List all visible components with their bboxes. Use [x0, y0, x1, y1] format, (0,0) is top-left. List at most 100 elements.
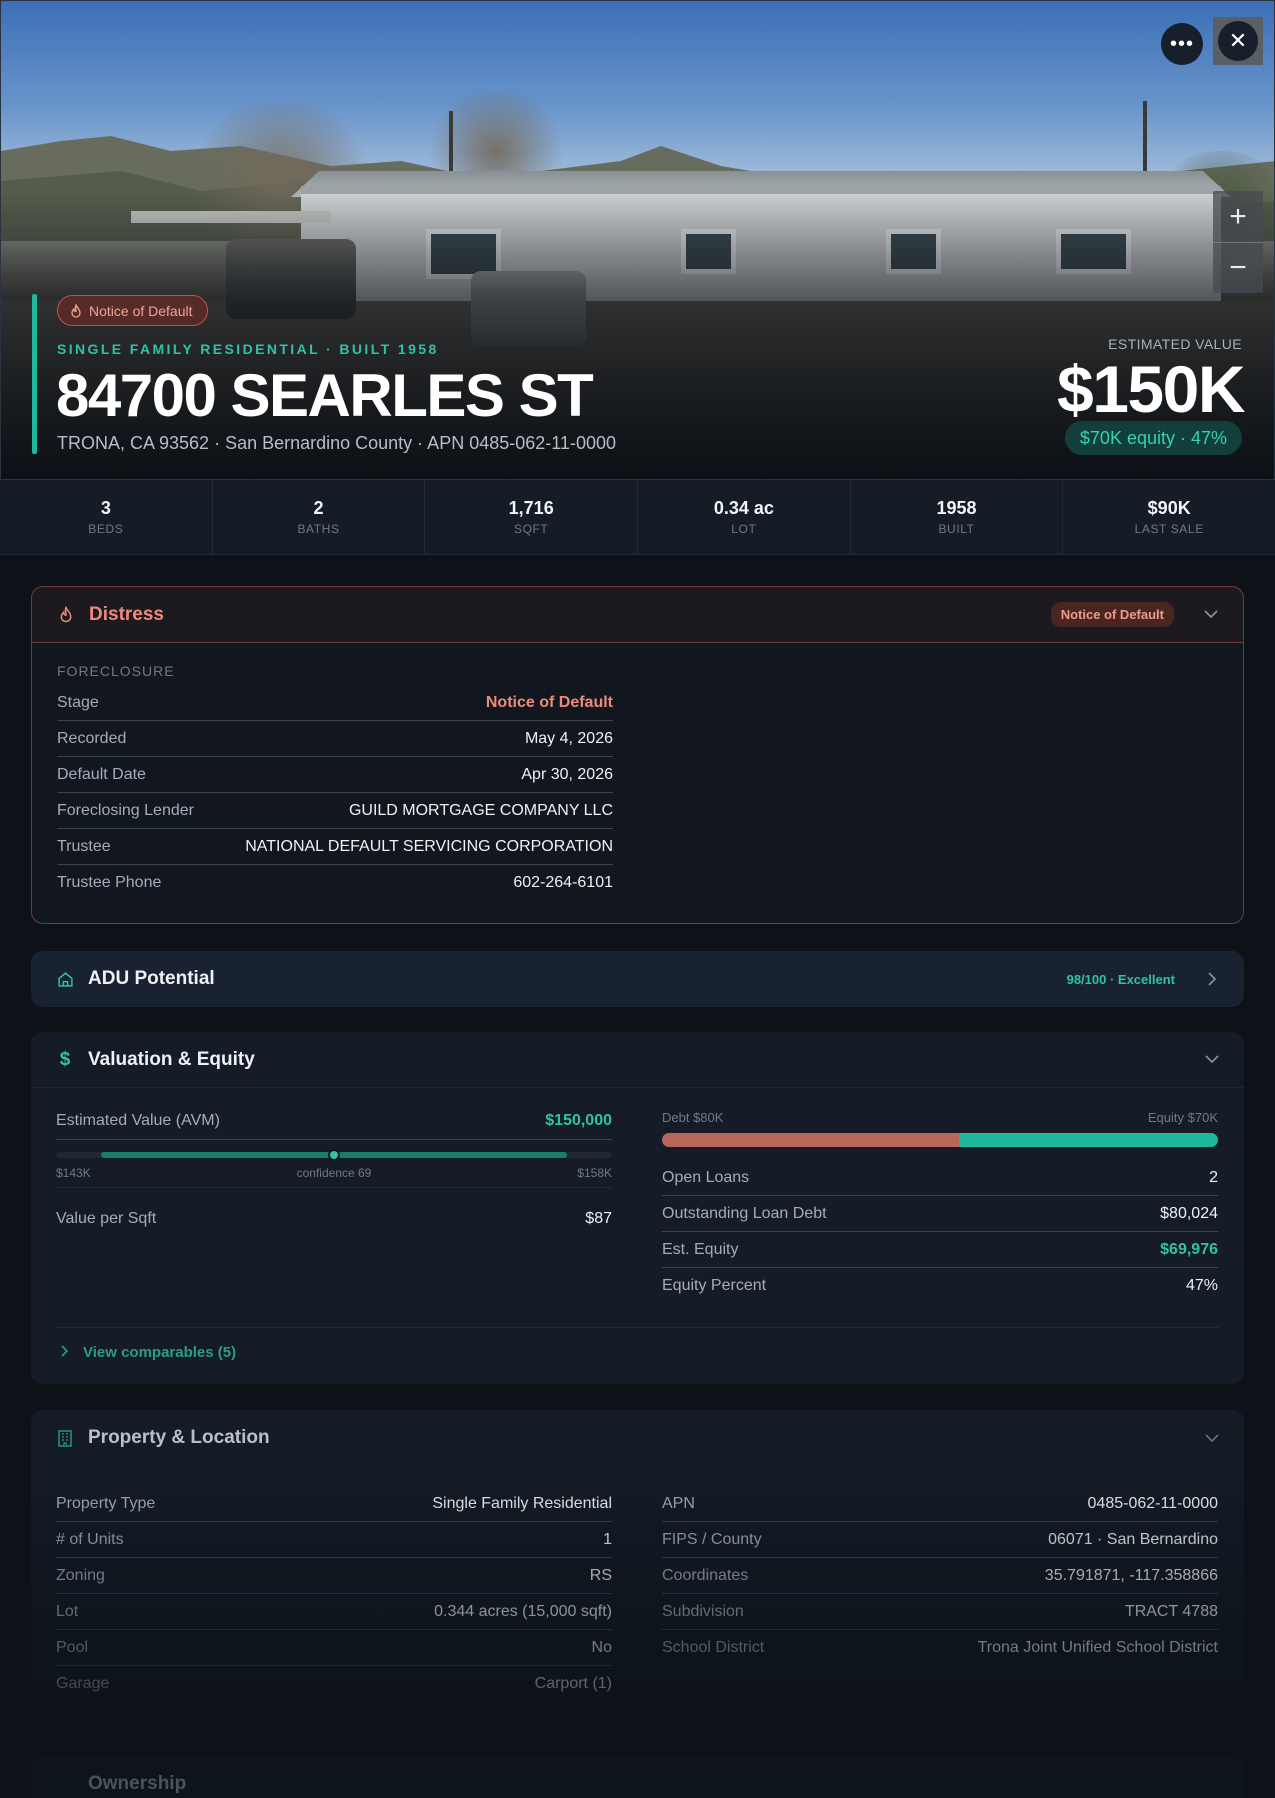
valuation-header[interactable]: $ Valuation & Equity — [31, 1032, 1244, 1088]
property-row-type: Property Type Single Family Residential — [56, 1486, 612, 1522]
row-key: Zoning — [56, 1566, 105, 1584]
property-row-subdivision: Subdivision TRACT 4788 — [662, 1594, 1218, 1630]
row-value: May 4, 2026 — [524, 729, 613, 747]
property-row-school-district: School District Trona Joint Unified Schoo… — [662, 1630, 1218, 1666]
stat-value: 1,716 — [508, 498, 554, 518]
row-key: Recorded — [57, 729, 127, 747]
row-key: Equity Percent — [662, 1277, 767, 1294]
row-key: Pool — [56, 1638, 89, 1656]
map-zoom-control: + − — [1213, 191, 1263, 293]
street-view-hero: Notice of Default SINGLE FAMILY RESIDENT… — [0, 0, 1275, 480]
foreclosure-row-stage: Stage Notice of Default — [57, 685, 613, 721]
row-key: Stage — [57, 693, 99, 711]
avm-column: Estimated Value (AVM) $150,000 $143K con… — [56, 1102, 612, 1250]
row-value: 35.791871, -117.358866 — [1044, 1566, 1218, 1584]
zoom-in-button[interactable]: + — [1213, 191, 1263, 242]
stat-value: 0.34 ac — [713, 498, 774, 518]
foreclosure-row-default-date: Default Date Apr 30, 2026 — [57, 757, 613, 793]
stat-last-sale: $90K LAST SALE — [1063, 480, 1275, 554]
property-header[interactable]: Property & Location — [31, 1410, 1244, 1466]
property-row-fips: FIPS / County 06071 · San Bernardino — [662, 1522, 1218, 1558]
row-value: 47% — [1185, 1277, 1218, 1294]
chevron-down-icon[interactable] — [1205, 1053, 1219, 1067]
row-value: $69,976 — [1160, 1240, 1218, 1258]
stat-value: 1958 — [936, 498, 977, 518]
row-key: Garage — [56, 1675, 110, 1692]
distress-card: Distress Notice of Default FORECLOSURE S… — [31, 586, 1244, 924]
property-row-pool: Pool No — [56, 1630, 612, 1666]
row-key: Value per Sqft — [56, 1210, 157, 1227]
ownership-card[interactable]: Ownership — [31, 1756, 1244, 1798]
row-value: 2 — [1209, 1168, 1218, 1186]
home-icon — [56, 970, 74, 988]
row-value: Apr 30, 2026 — [521, 765, 613, 783]
foreclosure-label: FORECLOSURE — [57, 663, 175, 679]
row-key: Foreclosing Lender — [57, 801, 194, 819]
avm-range: $143K confidence 69 $158K — [56, 1140, 612, 1188]
notice-of-default-badge: Notice of Default — [57, 295, 208, 326]
adu-potential-card[interactable]: ADU Potential 98/100 · Excellent — [31, 951, 1244, 1007]
row-key: School District — [662, 1639, 765, 1656]
stat-built: 1958 BUILT — [851, 480, 1064, 554]
row-key: Trustee — [57, 837, 111, 855]
property-row-coordinates: Coordinates 35.791871, -117.358866 — [662, 1558, 1218, 1594]
stat-beds: 3 BEDS — [0, 480, 213, 554]
row-value: 06071 · San Bernardino — [1048, 1530, 1218, 1548]
stat-label: LOT — [731, 522, 757, 536]
stat-label: BEDS — [88, 522, 124, 536]
property-right-column: APN 0485-062-11-0000 FIPS / County 06071 ·… — [662, 1486, 1218, 1666]
row-key: Est. Equity — [662, 1240, 739, 1258]
equity-row-equity-percent: Equity Percent 47% — [662, 1268, 1218, 1304]
property-subline: TRONA, CA 93562 · San Bernardino County … — [57, 433, 616, 453]
more-options-button[interactable]: ••• — [1161, 23, 1203, 65]
hero-badge-label: Notice of Default — [89, 302, 193, 319]
property-row-garage: Garage Carport (1) — [56, 1666, 612, 1702]
equity-row-open-loans: Open Loans 2 — [662, 1160, 1218, 1196]
stat-label: LAST SALE — [1134, 522, 1204, 536]
view-comparables-label: View comparables (5) — [83, 1344, 237, 1361]
stat-baths: 2 BATHS — [213, 480, 426, 554]
row-value: Single Family Residential — [432, 1494, 612, 1512]
stat-value: 3 — [100, 498, 111, 518]
row-value: Notice of Default — [485, 693, 613, 711]
flame-icon — [57, 606, 75, 624]
stat-label: BUILT — [938, 522, 975, 536]
row-value: GUILD MORTGAGE COMPANY LLC — [348, 801, 613, 819]
row-key: Outstanding Loan Debt — [662, 1204, 827, 1222]
valuation-equity-card: $ Valuation & Equity Estimated Value (AV… — [31, 1032, 1244, 1384]
stat-lot: 0.34 ac LOT — [638, 480, 851, 554]
adu-header[interactable]: ADU Potential 98/100 · Excellent — [31, 951, 1244, 1007]
view-comparables-link[interactable]: View comparables (5) — [61, 1344, 236, 1361]
row-key: Trustee Phone — [57, 874, 162, 891]
valuation-title: Valuation & Equity — [88, 1048, 255, 1070]
range-high: $158K — [577, 1166, 612, 1180]
more-horizontal-icon: ••• — [1169, 32, 1194, 55]
row-value[interactable]: 602-264-6101 — [513, 874, 613, 892]
stat-sqft: 1,716 SQFT — [425, 480, 639, 554]
equity-row-loan-debt: Outstanding Loan Debt $80,024 — [662, 1196, 1218, 1232]
foreclosure-row-trustee-phone: Trustee Phone 602-264-6101 — [57, 865, 613, 901]
adu-title: ADU Potential — [88, 968, 215, 989]
chevron-down-icon[interactable] — [1204, 608, 1218, 622]
stat-value: 2 — [313, 498, 324, 518]
adu-score: 98/100 · Excellent — [1066, 971, 1175, 987]
property-title: Property & Location — [88, 1427, 270, 1448]
zoom-out-button[interactable]: − — [1213, 242, 1263, 293]
property-row-apn: APN 0485-062-11-0000 — [662, 1486, 1218, 1522]
row-key: Coordinates — [662, 1566, 749, 1584]
distress-header[interactable]: Distress Notice of Default — [32, 587, 1243, 643]
row-key: Open Loans — [662, 1168, 750, 1186]
property-row-units: # of Units 1 — [56, 1522, 612, 1558]
row-key: Subdivision — [662, 1602, 744, 1620]
close-button[interactable]: ✕ — [1213, 17, 1263, 65]
row-value: $87 — [585, 1210, 612, 1227]
distress-status-badge: Notice of Default — [1050, 602, 1174, 627]
row-key: # of Units — [56, 1530, 124, 1548]
chevron-down-icon[interactable] — [1205, 1431, 1219, 1445]
stat-label: SQFT — [513, 522, 549, 536]
foreclosure-row-lender: Foreclosing Lender GUILD MORTGAGE COMPANY… — [57, 793, 613, 829]
estimated-value: $150K — [1057, 352, 1246, 426]
row-value: No — [591, 1638, 612, 1656]
equity-pill: $70K equity · 47% — [1064, 421, 1242, 455]
chevron-right-icon[interactable] — [1205, 972, 1219, 986]
